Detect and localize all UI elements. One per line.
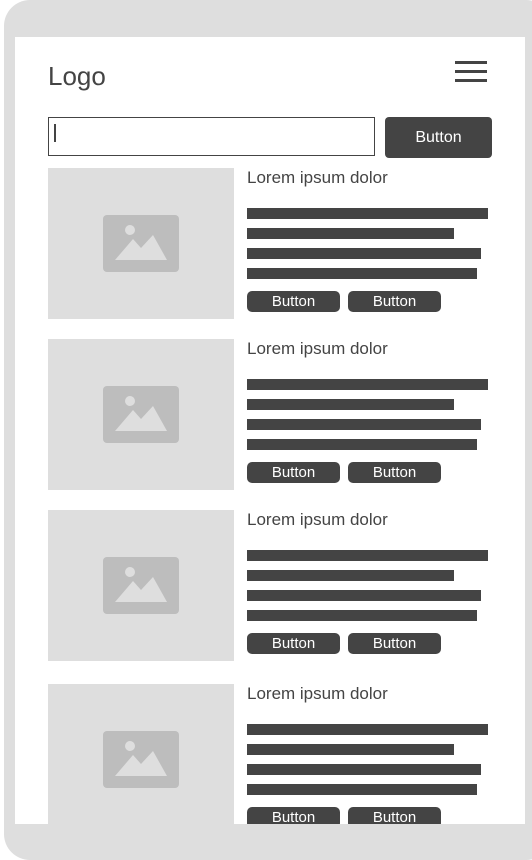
text-line	[247, 550, 488, 561]
image-placeholder-icon	[103, 215, 179, 272]
text-line	[247, 208, 488, 219]
hamburger-menu-icon[interactable]	[455, 61, 488, 85]
image-placeholder-icon	[103, 386, 179, 443]
text-line	[247, 268, 477, 279]
card-title: Lorem ipsum dolor	[247, 684, 388, 703]
text-line	[247, 248, 481, 259]
text-line	[247, 744, 454, 755]
text-line	[247, 724, 488, 735]
list-item: Lorem ipsum dolor Button Button	[48, 684, 494, 824]
card-button-2[interactable]: Button	[348, 633, 441, 654]
image-placeholder	[48, 168, 234, 319]
phone-screen: Logo Button Lorem ipsum dolor Button But…	[15, 37, 525, 824]
text-line	[247, 784, 477, 795]
card-button-2[interactable]: Button	[348, 291, 441, 312]
text-line	[247, 399, 454, 410]
text-line	[247, 610, 477, 621]
card-button-1[interactable]: Button	[247, 807, 340, 824]
image-placeholder	[48, 684, 234, 824]
card-button-1[interactable]: Button	[247, 291, 340, 312]
text-line	[247, 590, 481, 601]
image-placeholder-icon	[103, 557, 179, 614]
image-placeholder	[48, 339, 234, 490]
text-line	[247, 228, 454, 239]
card-button-1[interactable]: Button	[247, 462, 340, 483]
list-item: Lorem ipsum dolor Button Button	[48, 168, 494, 320]
text-line	[247, 439, 477, 450]
image-placeholder-icon	[103, 731, 179, 788]
card-title: Lorem ipsum dolor	[247, 168, 388, 187]
list-item: Lorem ipsum dolor Button Button	[48, 510, 494, 662]
card-button-1[interactable]: Button	[247, 633, 340, 654]
list-item: Lorem ipsum dolor Button Button	[48, 339, 494, 491]
logo: Logo	[48, 61, 106, 91]
card-button-2[interactable]: Button	[348, 807, 441, 824]
search-input[interactable]	[48, 117, 375, 156]
card-button-2[interactable]: Button	[348, 462, 441, 483]
card-title: Lorem ipsum dolor	[247, 339, 388, 358]
text-line	[247, 764, 481, 775]
card-title: Lorem ipsum dolor	[247, 510, 388, 529]
text-line	[247, 379, 488, 390]
search-button[interactable]: Button	[385, 117, 492, 158]
text-line	[247, 570, 454, 581]
image-placeholder	[48, 510, 234, 661]
text-line	[247, 419, 481, 430]
text-cursor	[54, 124, 56, 142]
